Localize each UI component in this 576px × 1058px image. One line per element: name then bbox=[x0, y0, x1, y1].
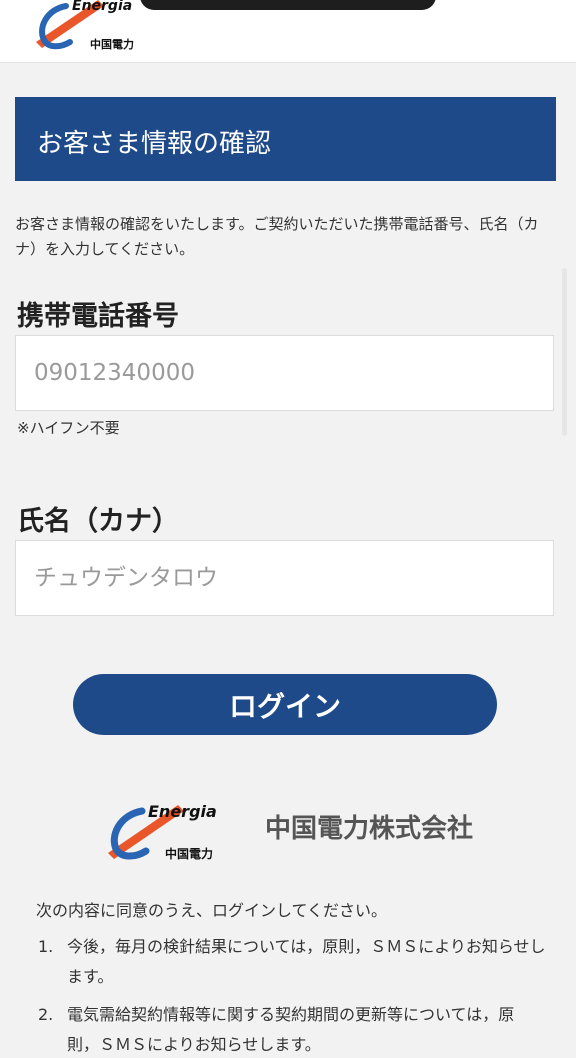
energia-logo[interactable]: Energia 中国電力 bbox=[36, 0, 146, 54]
phone-hyphen-note: ※ハイフン不要 bbox=[17, 419, 120, 437]
logo-company-text: 中国電力 bbox=[90, 38, 134, 51]
term-text: 今後，毎月の検針結果については，原則，ＳＭＳによりお知らせします。 bbox=[67, 937, 546, 986]
agreement-intro: 次の内容に同意のうえ、ログインしてください。 bbox=[36, 901, 388, 920]
term-number: 1. bbox=[38, 937, 54, 956]
device-notch bbox=[140, 0, 436, 10]
scrollbar[interactable] bbox=[562, 268, 567, 436]
page-title-bar: お客さま情報の確認 bbox=[15, 97, 556, 181]
footer-energia-logo: Energia 中国電力 bbox=[108, 801, 226, 863]
list-item: 2. 電気需給契約情報等に関する契約期間の更新等については，原則，ＳＭＳによりお… bbox=[36, 1000, 546, 1058]
logo-brand-text: Energia bbox=[72, 0, 133, 14]
intro-text: お客さま情報の確認をいたします。ご契約いただいた携帯電話番号、氏名（カナ）を入力… bbox=[15, 215, 539, 258]
list-item: 1. 今後，毎月の検針結果については，原則，ＳＭＳによりお知らせします。 bbox=[36, 932, 546, 992]
term-text: 電気需給契約情報等に関する契約期間の更新等については，原則，ＳＭＳによりお知らせ… bbox=[67, 1005, 515, 1054]
name-kana-label: 氏名（カナ） bbox=[17, 506, 179, 537]
footer-logo-company-text: 中国電力 bbox=[165, 847, 214, 861]
phone-field-box bbox=[15, 335, 554, 411]
name-kana-input[interactable] bbox=[16, 541, 553, 615]
page-title: お客さま情報の確認 bbox=[37, 129, 272, 159]
phone-screen: Energia 中国電力 お客さま情報の確認 お客さま情報の確認をいたします。ご… bbox=[0, 0, 576, 1058]
phone-input[interactable] bbox=[16, 336, 553, 410]
company-name: 中国電力株式会社 bbox=[265, 814, 474, 844]
term-number: 2. bbox=[38, 1005, 54, 1024]
phone-label: 携帯電話番号 bbox=[17, 301, 179, 332]
agreement-terms-list: 1. 今後，毎月の検針結果については，原則，ＳＭＳによりお知らせします。 2. … bbox=[36, 932, 546, 1058]
footer-logo-brand-text: Energia bbox=[148, 802, 217, 821]
name-kana-field-box bbox=[15, 540, 554, 616]
login-button[interactable]: ログイン bbox=[73, 674, 497, 735]
